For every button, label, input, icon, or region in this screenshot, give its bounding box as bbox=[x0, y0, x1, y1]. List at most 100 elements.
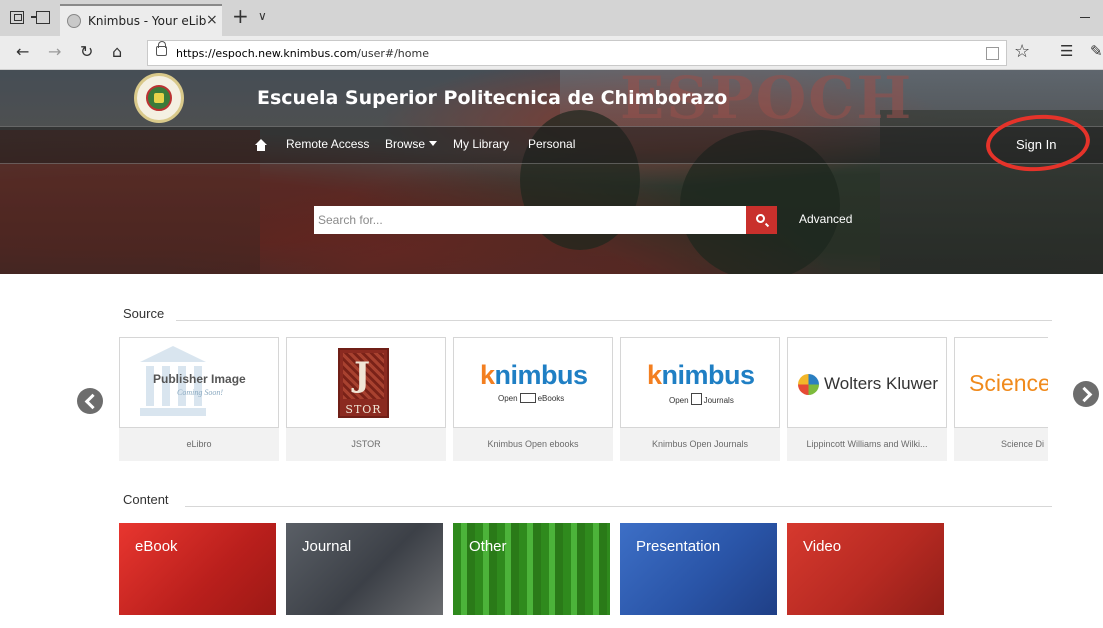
search-icon bbox=[756, 214, 765, 223]
site-title: Escuela Superior Politecnica de Chimbora… bbox=[257, 87, 728, 109]
subtitle-open: Open bbox=[669, 396, 689, 405]
menu-browse-label: Browse bbox=[385, 137, 426, 151]
main-menu: Remote Access Browse My Library Personal… bbox=[0, 126, 1103, 164]
section-divider bbox=[185, 506, 1052, 507]
content-card-other[interactable]: Other bbox=[453, 523, 610, 615]
tab-actions-icon[interactable] bbox=[10, 11, 24, 24]
knimbus-word: nimbus bbox=[494, 360, 589, 390]
menu-my-library[interactable]: My Library bbox=[453, 137, 509, 151]
url-text: https://espoch.new.knimbus.com/user#/hom… bbox=[176, 47, 429, 60]
knimbus-k: k bbox=[480, 360, 495, 390]
content-card-label: Journal bbox=[302, 538, 352, 555]
sciencedirect-logo: ScienceD bbox=[969, 370, 1048, 396]
tab-title: Knimbus - Your eLibrary bbox=[88, 14, 206, 28]
journal-icon bbox=[690, 393, 702, 405]
section-divider bbox=[176, 320, 1052, 321]
tab-bar: Knimbus - Your eLibrary × + ∨ bbox=[0, 0, 1103, 36]
refresh-icon[interactable]: ↻ bbox=[80, 42, 93, 62]
home-icon[interactable] bbox=[255, 139, 267, 151]
placeholder-base bbox=[140, 408, 206, 416]
jstor-letter: J bbox=[354, 355, 371, 395]
placeholder-subtitle: Coming Soon! bbox=[177, 388, 223, 397]
source-thumbnail: J STOR bbox=[286, 337, 446, 428]
url-host: https://espoch.new.knimbus.com bbox=[176, 47, 358, 60]
menu-browse[interactable]: Browse bbox=[385, 137, 438, 151]
navigation-bar: ← → ↻ ⌂ https://espoch.new.knimbus.com/u… bbox=[0, 36, 1103, 70]
source-thumbnail: knimbus Open Journals bbox=[620, 337, 780, 428]
caret-down-icon bbox=[429, 141, 438, 146]
content-card-presentation[interactable]: Presentation bbox=[620, 523, 777, 615]
site-favicon-icon bbox=[67, 14, 81, 28]
open-book-icon bbox=[519, 393, 536, 403]
content-card-video[interactable]: Video bbox=[787, 523, 944, 615]
content-card-label: Presentation bbox=[636, 538, 721, 555]
logo-emblem bbox=[146, 85, 172, 111]
search-button[interactable] bbox=[746, 206, 777, 234]
source-caption: Lippincott Williams and Wilki... bbox=[787, 428, 947, 461]
jstor-logo: J STOR bbox=[338, 348, 389, 418]
browser-window: Knimbus - Your eLibrary × + ∨ ← → ↻ ⌂ ht… bbox=[0, 0, 1103, 628]
home-icon[interactable]: ⌂ bbox=[112, 42, 122, 62]
source-caption: Science Di bbox=[954, 428, 1048, 461]
address-bar[interactable]: https://espoch.new.knimbus.com/user#/hom… bbox=[147, 40, 1007, 66]
lock-icon bbox=[156, 41, 167, 56]
source-card-jstor[interactable]: J STOR JSTOR bbox=[286, 337, 446, 461]
source-card-knimbus-ebooks[interactable]: knimbus Open eBooks Knimbus Open ebooks bbox=[453, 337, 613, 461]
source-thumbnail: ScienceD bbox=[954, 337, 1048, 428]
minimize-button[interactable] bbox=[1080, 17, 1090, 18]
source-card-knimbus-journals[interactable]: knimbus Open Journals Knimbus Open Journa… bbox=[620, 337, 780, 461]
content-card-ebook[interactable]: eBook bbox=[119, 523, 276, 615]
menu-remote-access[interactable]: Remote Access bbox=[286, 137, 369, 151]
content-card-label: Video bbox=[803, 538, 842, 555]
jstor-word: STOR bbox=[345, 403, 382, 416]
source-caption: Knimbus Open Journals bbox=[620, 428, 780, 461]
section-title-content: Content bbox=[123, 492, 169, 507]
tab-close-icon[interactable]: × bbox=[206, 12, 218, 28]
subtitle-type: Journals bbox=[703, 396, 734, 405]
section-title-source: Source bbox=[123, 306, 165, 321]
back-arrow-icon[interactable]: ← bbox=[16, 42, 29, 62]
source-thumbnail: Wolters Kluwer bbox=[787, 337, 947, 428]
favorite-star-icon[interactable]: ☆ bbox=[1014, 41, 1030, 62]
tab-list-chevron-icon[interactable]: ∨ bbox=[258, 9, 267, 23]
content-card-journal[interactable]: Journal bbox=[286, 523, 443, 615]
search-bar bbox=[314, 206, 777, 234]
institution-logo[interactable] bbox=[134, 73, 184, 123]
source-caption: JSTOR bbox=[286, 428, 446, 461]
search-input[interactable] bbox=[314, 206, 746, 234]
wolters-kluwer-logo: Wolters Kluwer bbox=[824, 374, 938, 393]
source-caption: eLibro bbox=[119, 428, 279, 461]
knimbus-word: nimbus bbox=[661, 360, 756, 390]
placeholder-roof bbox=[140, 346, 206, 362]
placeholder-title: Publisher Image bbox=[153, 372, 246, 386]
advanced-search-link[interactable]: Advanced bbox=[799, 212, 852, 226]
knimbus-subtitle: Open eBooks bbox=[498, 393, 564, 403]
hero-banner: ESPOCH Escuela Superior Politecnica de C… bbox=[0, 70, 1103, 274]
carousel-prev-icon[interactable] bbox=[77, 388, 103, 414]
knimbus-logo: knimbus bbox=[480, 361, 588, 389]
new-tab-button[interactable]: + bbox=[232, 6, 249, 26]
reading-view-icon[interactable] bbox=[986, 47, 999, 60]
browser-tab[interactable]: Knimbus - Your eLibrary × bbox=[60, 4, 222, 36]
web-note-icon[interactable]: ✎ bbox=[1090, 42, 1103, 60]
source-card-elibro[interactable]: Publisher Image Coming Soon! eLibro bbox=[119, 337, 279, 461]
forward-arrow-icon[interactable]: → bbox=[48, 42, 61, 62]
tabs-aside-icon[interactable] bbox=[31, 11, 50, 24]
menu-personal[interactable]: Personal bbox=[528, 137, 575, 151]
source-card-sciencedirect[interactable]: ScienceD Science Di bbox=[954, 337, 1048, 461]
url-path: /user#/home bbox=[357, 47, 429, 60]
content-card-label: Other bbox=[469, 538, 507, 555]
content-card-label: eBook bbox=[135, 538, 178, 555]
source-caption: Knimbus Open ebooks bbox=[453, 428, 613, 461]
wolters-kluwer-globe-icon bbox=[798, 374, 819, 395]
knimbus-k: k bbox=[647, 360, 662, 390]
subtitle-type: eBooks bbox=[537, 394, 565, 403]
carousel-next-icon[interactable] bbox=[1073, 381, 1099, 407]
source-thumbnail: knimbus Open eBooks bbox=[453, 337, 613, 428]
source-card-lippincott[interactable]: Wolters Kluwer Lippincott Williams and W… bbox=[787, 337, 947, 461]
subtitle-open: Open bbox=[498, 394, 518, 403]
source-thumbnail: Publisher Image Coming Soon! bbox=[119, 337, 279, 428]
favorites-hub-icon[interactable]: ☰ bbox=[1060, 42, 1073, 60]
knimbus-subtitle: Open Journals bbox=[669, 393, 734, 405]
knimbus-logo: knimbus bbox=[647, 361, 755, 389]
